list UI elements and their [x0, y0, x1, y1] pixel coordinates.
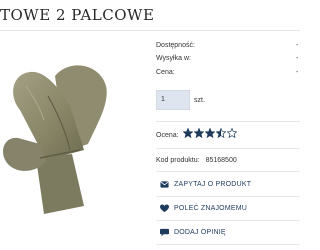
add-review-button[interactable]: DODAJ OPINIĘ: [160, 228, 226, 237]
rating-label: Ocena:: [156, 132, 179, 139]
quantity-unit: szt.: [194, 97, 205, 104]
product-code-label: Kod produktu:: [156, 157, 200, 164]
spec-label-availability: Dostępność:: [156, 42, 195, 49]
section-divider: [156, 220, 300, 221]
rating-stars[interactable]: [183, 128, 237, 138]
spec-value-availability: -: [296, 42, 299, 49]
recommend-label: POLEĆ ZNAJOMEMU: [174, 205, 248, 212]
section-divider: [156, 171, 300, 172]
star-icon[interactable]: [194, 128, 204, 138]
star-icon[interactable]: [227, 128, 237, 138]
add-review-label: DODAJ OPINIĘ: [174, 229, 226, 236]
spec-value-shipping: -: [296, 55, 299, 62]
spec-label-shipping: Wysyłka w:: [156, 55, 191, 62]
heart-icon: [160, 204, 169, 213]
ask-about-product-label: ZAPYTAJ O PRODUKT: [174, 181, 252, 188]
section-divider: [156, 244, 300, 245]
star-icon[interactable]: [183, 128, 193, 138]
product-title: TOWE 2 PALCOWE: [0, 6, 155, 24]
comment-icon: [160, 228, 169, 237]
quantity-input[interactable]: 1: [156, 90, 190, 110]
recommend-button[interactable]: POLEĆ ZNAJOMEMU: [160, 204, 247, 213]
title-divider: [0, 30, 300, 31]
product-code-row: Kod produktu: 85168500: [156, 157, 237, 164]
section-divider: [156, 196, 300, 197]
star-icon[interactable]: [216, 128, 226, 138]
star-icon[interactable]: [205, 128, 215, 138]
spec-label-price: Cena:: [156, 69, 175, 76]
ask-about-product-button[interactable]: ZAPYTAJ O PRODUKT: [160, 180, 251, 189]
spec-value-price: -: [296, 69, 299, 76]
product-image[interactable]: [0, 46, 120, 216]
product-code-value: 85168500: [205, 157, 237, 164]
section-divider: [156, 148, 300, 149]
section-divider: [156, 121, 300, 122]
envelope-icon: [160, 181, 169, 188]
